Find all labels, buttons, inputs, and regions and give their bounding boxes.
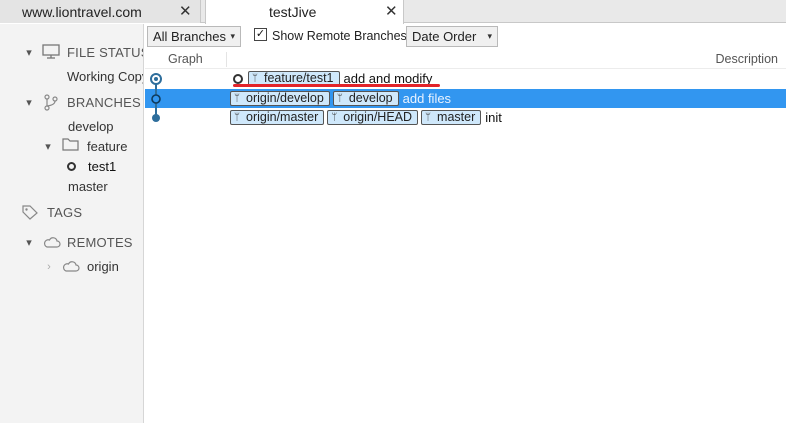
show-remote-branches-label: Show Remote Branches: [272, 29, 407, 43]
sidebar-section-branches[interactable]: BRANCHES: [67, 92, 141, 112]
tab-bar: www.liontravel.com ✕ testJive ✕: [0, 0, 786, 24]
commit-row-selected[interactable]: ᛘ origin/develop ᛘ develop add files: [145, 89, 786, 108]
branch-icon: ᛘ: [234, 93, 240, 104]
chevron-down-icon: ▾: [230, 31, 235, 41]
commit-message: init: [485, 110, 502, 125]
chevron-right-icon[interactable]: ›: [43, 261, 55, 273]
branch-icon: [44, 94, 58, 111]
chevron-down-icon: ▾: [487, 31, 492, 41]
tab-title: testJive: [269, 4, 317, 20]
sidebar-item-develop[interactable]: develop: [68, 116, 114, 136]
annotation-underline: [233, 84, 440, 87]
tag-icon: [22, 205, 38, 220]
ref-badge[interactable]: ᛘ origin/master: [230, 110, 325, 125]
branch-filter-dropdown[interactable]: All Branches ▾: [147, 26, 241, 47]
graph-node[interactable]: [152, 114, 160, 122]
ref-badge[interactable]: ᛘ origin/develop: [230, 91, 330, 106]
cloud-icon: [62, 261, 80, 272]
commit-description: ᛘ origin/develop ᛘ develop add files: [230, 89, 451, 108]
branch-icon: ᛘ: [336, 93, 343, 104]
folder-icon: [62, 138, 79, 151]
sidebar: ▾ FILE STATUS Working Copy ▾ BRANCHES de…: [0, 24, 144, 423]
commit-row[interactable]: ᛘ origin/master ᛘ origin/HEAD ᛘ master init: [145, 108, 786, 127]
commit-message: add files: [402, 91, 452, 106]
cloud-icon: [43, 237, 61, 248]
order-value: Date Order: [412, 29, 477, 44]
current-branch-icon: [67, 162, 76, 171]
monitor-icon: [42, 44, 60, 59]
column-description[interactable]: Description: [715, 52, 778, 66]
tab-liontravel[interactable]: www.liontravel.com ✕: [0, 0, 201, 23]
chevron-down-icon[interactable]: ▾: [23, 237, 35, 249]
tab-testjive[interactable]: testJive ✕: [205, 0, 404, 24]
sidebar-section-tags[interactable]: TAGS: [47, 202, 82, 222]
column-graph[interactable]: Graph: [168, 52, 203, 66]
sidebar-item-origin[interactable]: origin: [87, 256, 119, 276]
sidebar-item-master[interactable]: master: [68, 176, 108, 196]
close-icon[interactable]: ✕: [179, 4, 192, 19]
show-remote-branches-checkbox[interactable]: ✓: [254, 28, 267, 41]
ref-label: origin/develop: [246, 91, 324, 105]
sidebar-item-test1[interactable]: test1: [88, 156, 116, 176]
sidebar-item-working-copy[interactable]: Working Copy: [67, 66, 143, 86]
branch-icon: ᛘ: [331, 112, 338, 123]
close-icon[interactable]: ✕: [385, 4, 398, 19]
chevron-down-icon[interactable]: ▾: [23, 47, 35, 59]
ref-label: develop: [348, 91, 393, 105]
sidebar-section-file-status[interactable]: FILE STATUS: [67, 42, 143, 62]
tab-title: www.liontravel.com: [22, 3, 142, 20]
ref-badge[interactable]: ᛘ master: [421, 110, 482, 125]
column-header: Graph Description: [145, 50, 786, 69]
sidebar-item-feature[interactable]: feature: [87, 136, 127, 156]
ref-label: origin/master: [246, 110, 319, 124]
branch-icon: ᛘ: [425, 112, 432, 123]
order-dropdown[interactable]: Date Order ▾: [406, 26, 498, 47]
graph-node[interactable]: [151, 94, 161, 104]
ref-label: origin/HEAD: [343, 110, 413, 124]
ref-badge[interactable]: ᛘ develop: [332, 91, 399, 106]
commit-description: ᛘ origin/master ᛘ origin/HEAD ᛘ master init: [230, 108, 502, 127]
chevron-down-icon[interactable]: ▾: [23, 97, 35, 109]
ref-label: master: [437, 110, 476, 124]
chevron-down-icon[interactable]: ▾: [42, 141, 54, 153]
toolbar: All Branches ▾ ✓ Show Remote Branches Da…: [145, 24, 786, 50]
branch-icon: ᛘ: [234, 112, 240, 123]
sidebar-section-remotes[interactable]: REMOTES: [67, 232, 133, 252]
branch-filter-value: All Branches: [153, 29, 226, 44]
graph-node-center: [154, 77, 158, 81]
column-divider[interactable]: [226, 52, 227, 67]
ref-badge[interactable]: ᛘ origin/HEAD: [327, 110, 419, 125]
commit-graph: [150, 73, 162, 122]
head-indicator-icon: [233, 73, 243, 84]
